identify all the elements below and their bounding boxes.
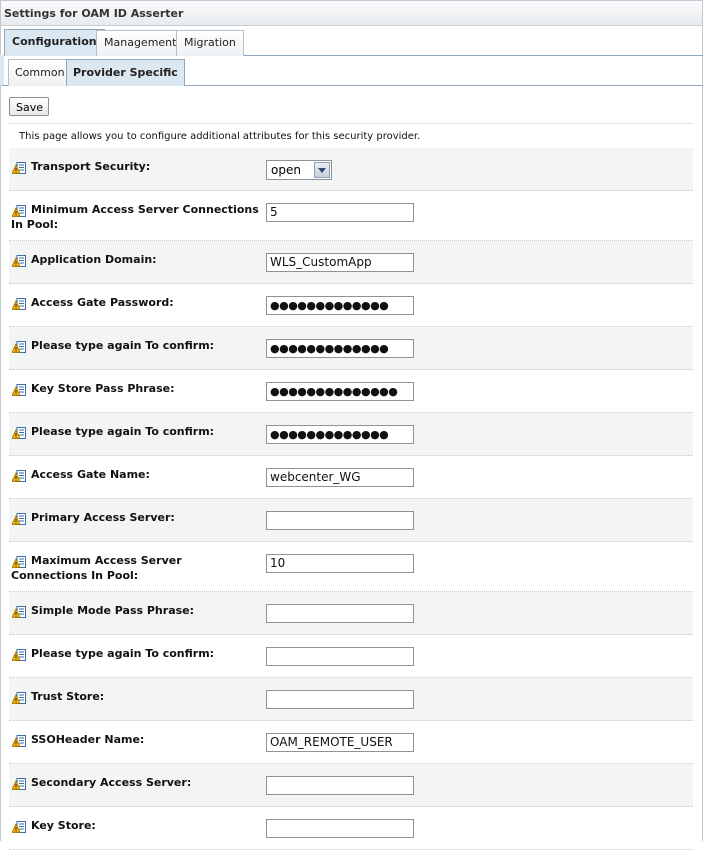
select-value: open <box>271 163 301 177</box>
subtab-provider-specific[interactable]: Provider Specific <box>66 59 185 86</box>
title-bar: Settings for OAM ID Asserter <box>0 0 703 26</box>
field-label: Application Domain: <box>31 253 157 266</box>
form-row: Please type again To confirm: ●●●●●●●●●●●… <box>9 327 693 370</box>
password-field[interactable]: ●●●●●●●●●●●●●● <box>266 382 414 401</box>
text-field[interactable]: WLS_CustomApp <box>266 253 414 272</box>
text-field[interactable]: 10 <box>266 554 414 573</box>
tab-configuration[interactable]: Configuration <box>4 29 105 56</box>
text-field[interactable]: 5 <box>266 203 414 222</box>
field-label: Primary Access Server: <box>31 511 175 524</box>
field-label: Trust Store: <box>31 690 105 703</box>
field-label: Please type again To confirm: <box>31 339 215 352</box>
form-row: Access Gate Password: ●●●●●●●●●●●●● <box>9 284 693 327</box>
page-description: This page allows you to configure additi… <box>19 131 421 142</box>
password-field[interactable] <box>266 604 414 623</box>
form-row: Key Store Pass Phrase: ●●●●●●●●●●●●●● <box>9 370 693 413</box>
field-label: Transport Security: <box>31 160 151 173</box>
tab-migration[interactable]: Migration <box>176 30 244 56</box>
form-row: Please type again To confirm: <box>9 635 693 678</box>
text-field[interactable]: OAM_REMOTE_USER <box>266 733 414 752</box>
form-row: Maximum Access Server Connections In Poo… <box>9 542 693 592</box>
main-tab-bar: Configuration Management Migration <box>0 26 703 56</box>
form-row: Transport Security: open <box>9 148 693 191</box>
sub-tab-bar: Common Provider Specific <box>0 55 703 86</box>
text-field[interactable] <box>266 819 414 838</box>
page-title: Settings for OAM ID Asserter <box>4 7 184 20</box>
text-field[interactable]: webcenter_WG <box>266 468 414 487</box>
save-button[interactable]: Save <box>9 97 49 116</box>
field-label: Access Gate Name: <box>31 468 150 481</box>
form-row: SSOHeader Name: OAM_REMOTE_USER <box>9 721 693 764</box>
password-field[interactable]: ●●●●●●●●●●●●● <box>266 296 414 315</box>
password-field[interactable] <box>266 647 414 666</box>
field-label: Please type again To confirm: <box>31 425 215 438</box>
field-label: Please type again To confirm: <box>31 647 215 660</box>
field-label: Secondary Access Server: <box>31 776 192 789</box>
form-row: Primary Access Server: <box>9 499 693 542</box>
form-row: Access Gate Name: webcenter_WG <box>9 456 693 499</box>
form-row: Simple Mode Pass Phrase: <box>9 592 693 635</box>
field-label: Access Gate Password: <box>31 296 174 309</box>
form-row: Please type again To confirm: ●●●●●●●●●●●… <box>9 413 693 456</box>
text-field[interactable] <box>266 776 414 795</box>
transport-security-select[interactable]: open <box>266 160 332 180</box>
text-field[interactable] <box>266 511 414 530</box>
form-row: Application Domain: WLS_CustomApp <box>9 241 693 284</box>
text-field[interactable] <box>266 690 414 709</box>
field-label: Key Store: <box>31 819 96 832</box>
field-label: SSOHeader Name: <box>31 733 145 746</box>
divider <box>9 123 693 124</box>
form-row: Key Store: <box>9 807 693 850</box>
tab-management[interactable]: Management <box>96 30 185 56</box>
password-field[interactable]: ●●●●●●●●●●●●● <box>266 339 414 358</box>
field-label: Maximum Access Server Connections In Poo… <box>11 554 182 582</box>
chevron-down-icon[interactable] <box>314 162 330 178</box>
form-row: Trust Store: <box>9 678 693 721</box>
password-field[interactable]: ●●●●●●●●●●●●● <box>266 425 414 444</box>
field-label: Minimum Access Server Connections In Poo… <box>11 203 259 231</box>
field-label: Simple Mode Pass Phrase: <box>31 604 195 617</box>
subtab-common[interactable]: Common <box>8 59 72 86</box>
field-label: Key Store Pass Phrase: <box>31 382 175 395</box>
form-row: Minimum Access Server Connections In Poo… <box>9 191 693 241</box>
form-row: Secondary Access Server: <box>9 764 693 807</box>
